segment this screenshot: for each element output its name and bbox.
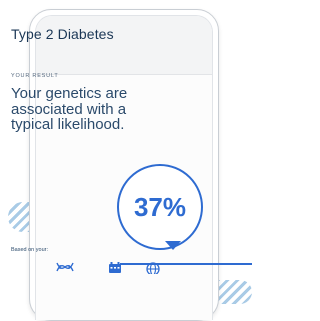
result-text: Your genetics are associated with a typi… bbox=[11, 85, 128, 133]
indicator-line bbox=[120, 263, 252, 265]
dna-icon[interactable] bbox=[56, 262, 74, 272]
phone-screen bbox=[35, 15, 213, 320]
phone-frame bbox=[29, 9, 219, 321]
likelihood-badge: 37% bbox=[117, 164, 203, 250]
result-kicker: YOUR RESULT bbox=[11, 73, 59, 79]
page-title: Type 2 Diabetes bbox=[11, 26, 114, 42]
based-on-label: Based on your: bbox=[11, 247, 48, 253]
badge-pointer bbox=[165, 241, 181, 250]
header-bar bbox=[36, 16, 212, 75]
likelihood-percentage: 37% bbox=[133, 191, 187, 222]
